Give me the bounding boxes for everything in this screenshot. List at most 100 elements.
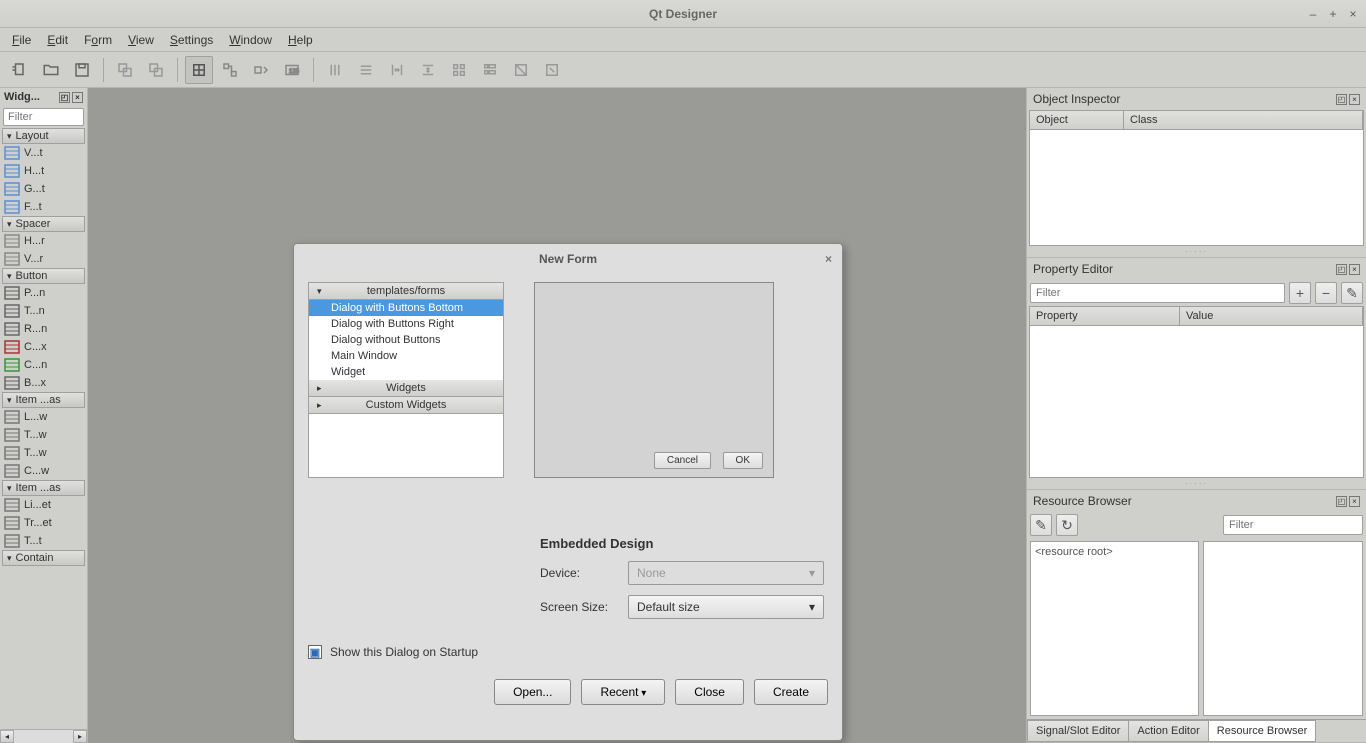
widget-item[interactable]: P...n: [0, 284, 87, 302]
widget-item[interactable]: C...n: [0, 356, 87, 374]
edit-tab-order-icon[interactable]: 123: [278, 56, 306, 84]
tab-signal-slot[interactable]: Signal/Slot Editor: [1027, 720, 1129, 742]
undock-icon[interactable]: ◰: [1336, 94, 1347, 105]
create-button[interactable]: Create: [754, 679, 828, 705]
template-item[interactable]: Dialog with Buttons Right: [309, 316, 503, 332]
edit-resources-icon[interactable]: ✎: [1030, 514, 1052, 536]
menu-view[interactable]: View: [128, 33, 154, 47]
widget-group-header[interactable]: ▾Contain: [2, 550, 85, 566]
widget-item[interactable]: F...t: [0, 198, 87, 216]
widget-item[interactable]: Tr...et: [0, 514, 87, 532]
widget-item[interactable]: T...n: [0, 302, 87, 320]
open-button[interactable]: Open...: [494, 679, 571, 705]
widgets-header[interactable]: ▸Widgets: [309, 380, 503, 397]
configure-icon[interactable]: ✎: [1341, 282, 1363, 304]
show-on-startup-checkbox[interactable]: ▣: [308, 645, 322, 659]
resource-tree[interactable]: <resource root>: [1030, 541, 1199, 716]
menu-file[interactable]: File: [12, 33, 31, 47]
reload-icon[interactable]: ↻: [1056, 514, 1078, 536]
resource-filter-input[interactable]: [1223, 515, 1363, 535]
layout-horiz-splitter-icon[interactable]: [383, 56, 411, 84]
scroll-right-icon[interactable]: ▸: [73, 730, 87, 743]
custom-widgets-header[interactable]: ▸Custom Widgets: [309, 397, 503, 414]
scroll-left-icon[interactable]: ◂: [0, 730, 14, 743]
edit-buddies-icon[interactable]: [247, 56, 275, 84]
object-inspector-body[interactable]: [1029, 130, 1364, 246]
widget-item[interactable]: C...x: [0, 338, 87, 356]
widget-group-header[interactable]: ▾Item ...as: [2, 480, 85, 496]
close-panel-icon[interactable]: ×: [1349, 496, 1360, 507]
template-list[interactable]: ▾templates/forms Dialog with Buttons Bot…: [308, 282, 504, 478]
widget-item[interactable]: Li...et: [0, 496, 87, 514]
widget-item[interactable]: T...w: [0, 426, 87, 444]
edit-signals-icon[interactable]: [216, 56, 244, 84]
col-value[interactable]: Value: [1180, 307, 1363, 325]
close-window-button[interactable]: ×: [1346, 7, 1360, 21]
template-item[interactable]: Widget: [309, 364, 503, 380]
widget-item[interactable]: V...t: [0, 144, 87, 162]
menu-settings[interactable]: Settings: [170, 33, 213, 47]
template-item[interactable]: Dialog with Buttons Bottom: [309, 300, 503, 316]
widget-group-header[interactable]: ▾Layout: [2, 128, 85, 144]
new-file-icon[interactable]: [6, 56, 34, 84]
remove-property-icon[interactable]: −: [1315, 282, 1337, 304]
widget-item[interactable]: B...x: [0, 374, 87, 392]
template-item[interactable]: Main Window: [309, 348, 503, 364]
close-panel-icon[interactable]: ×: [72, 92, 83, 103]
close-panel-icon[interactable]: ×: [1349, 264, 1360, 275]
resize-grip[interactable]: ·····: [1027, 246, 1366, 257]
widget-item[interactable]: R...n: [0, 320, 87, 338]
layout-horizontal-icon[interactable]: [321, 56, 349, 84]
layout-form-icon[interactable]: [476, 56, 504, 84]
menu-form[interactable]: Form: [84, 33, 112, 47]
layout-vert-splitter-icon[interactable]: [414, 56, 442, 84]
widget-item[interactable]: T...t: [0, 532, 87, 550]
layout-vertical-icon[interactable]: [352, 56, 380, 84]
maximize-button[interactable]: +: [1326, 7, 1340, 21]
scrollbar-horizontal[interactable]: ◂ ▸: [0, 729, 87, 743]
edit-widgets-icon[interactable]: [185, 56, 213, 84]
widget-item[interactable]: T...w: [0, 444, 87, 462]
col-property[interactable]: Property: [1030, 307, 1180, 325]
layout-grid-icon[interactable]: [445, 56, 473, 84]
resize-grip[interactable]: ·····: [1027, 478, 1366, 489]
widget-item[interactable]: H...r: [0, 232, 87, 250]
minimize-button[interactable]: –: [1306, 7, 1320, 21]
menu-window[interactable]: Window: [229, 33, 272, 47]
property-editor-body[interactable]: [1029, 326, 1364, 478]
undock-icon[interactable]: ◰: [1336, 264, 1347, 275]
widget-group-header[interactable]: ▾Item ...as: [2, 392, 85, 408]
menu-edit[interactable]: Edit: [47, 33, 68, 47]
close-panel-icon[interactable]: ×: [1349, 94, 1360, 105]
save-file-icon[interactable]: [68, 56, 96, 84]
bring-front-icon[interactable]: [142, 56, 170, 84]
col-class[interactable]: Class: [1124, 111, 1363, 129]
widget-item[interactable]: L...w: [0, 408, 87, 426]
widget-item[interactable]: H...t: [0, 162, 87, 180]
tab-resource-browser[interactable]: Resource Browser: [1208, 720, 1316, 742]
resource-preview[interactable]: [1203, 541, 1364, 716]
adjust-size-icon[interactable]: [538, 56, 566, 84]
widget-tree[interactable]: ▾LayoutV...tH...tG...tF...t▾SpacerH...rV…: [0, 128, 87, 743]
undock-icon[interactable]: ◰: [59, 92, 70, 103]
templates-forms-header[interactable]: ▾templates/forms: [309, 283, 503, 300]
dialog-close-icon[interactable]: ×: [825, 252, 832, 266]
close-button[interactable]: Close: [675, 679, 744, 705]
screen-size-combo[interactable]: Default size▾: [628, 595, 824, 619]
widget-item[interactable]: G...t: [0, 180, 87, 198]
menu-help[interactable]: Help: [288, 33, 313, 47]
undock-icon[interactable]: ◰: [1336, 496, 1347, 507]
widget-item[interactable]: V...r: [0, 250, 87, 268]
open-file-icon[interactable]: [37, 56, 65, 84]
break-layout-icon[interactable]: [507, 56, 535, 84]
col-object[interactable]: Object: [1030, 111, 1124, 129]
property-filter-input[interactable]: [1030, 283, 1285, 303]
recent-button[interactable]: Recent: [581, 679, 665, 705]
widget-filter-input[interactable]: [3, 108, 84, 126]
template-item[interactable]: Dialog without Buttons: [309, 332, 503, 348]
tab-action-editor[interactable]: Action Editor: [1128, 720, 1208, 742]
widget-group-header[interactable]: ▾Button: [2, 268, 85, 284]
add-property-icon[interactable]: +: [1289, 282, 1311, 304]
widget-group-header[interactable]: ▾Spacer: [2, 216, 85, 232]
send-back-icon[interactable]: [111, 56, 139, 84]
